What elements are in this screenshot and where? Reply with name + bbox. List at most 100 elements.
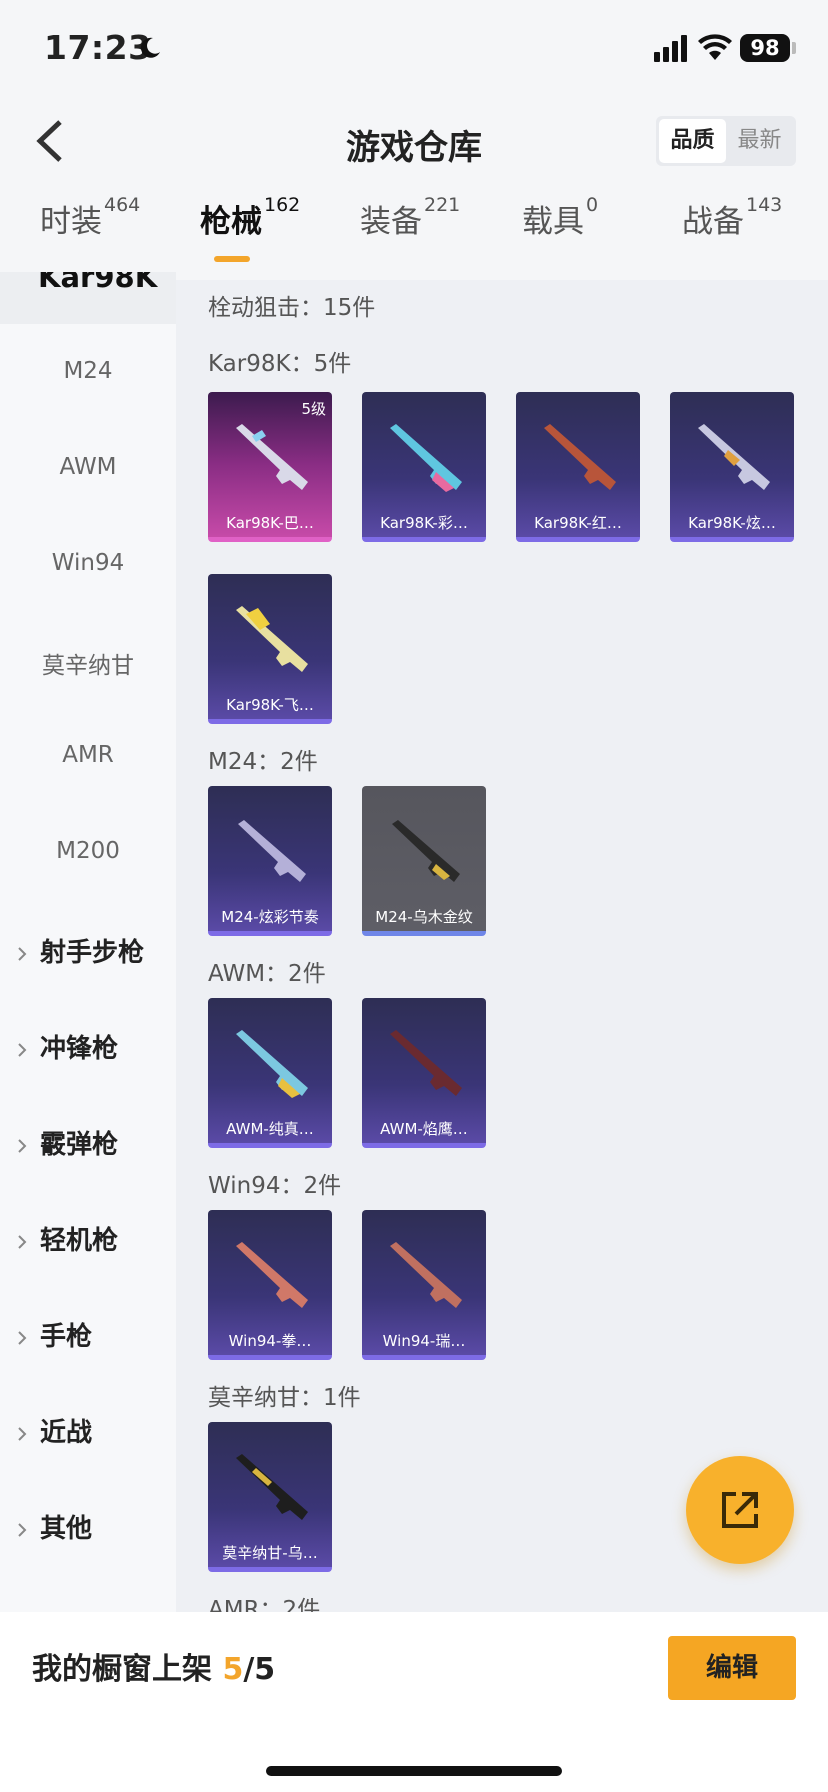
sidebar-category-pistol[interactable]: 手枪 [16, 1316, 92, 1353]
sidebar-item-m24[interactable]: M24 [0, 358, 176, 384]
skin-card[interactable]: AWM-纯真… [208, 998, 332, 1148]
skin-name: AWM-焰鹰… [380, 1120, 468, 1138]
tab-count: 162 [264, 194, 301, 216]
sidebar-category-label: 冲锋枪 [40, 1034, 119, 1064]
showcase-label: 我的橱窗上架 [32, 1652, 212, 1687]
skin-card[interactable]: 莫辛纳甘-乌… [208, 1422, 332, 1572]
active-tab-indicator [214, 256, 250, 262]
sidebar-item-m200[interactable]: M200 [0, 838, 176, 864]
skin-card[interactable]: AWM-焰鹰… [362, 998, 486, 1148]
sidebar-item-win94[interactable]: Win94 [0, 550, 176, 576]
skin-name: Kar98K-彩… [380, 514, 468, 532]
sidebar-category-dmr[interactable]: 射手步枪 [16, 932, 144, 969]
sidebar-item-label: Kar98K [38, 272, 158, 294]
skin-name: 莫辛纳甘-乌… [222, 1544, 318, 1562]
rifle-icon [236, 1242, 308, 1308]
wifi-icon [698, 34, 732, 60]
section-label-kar98k: Kar98K：5件 [208, 351, 352, 377]
tab-count: 464 [104, 194, 141, 216]
tab-count: 221 [424, 194, 461, 216]
rifle-icon [390, 1030, 462, 1096]
tab-equipment[interactable]: 装备 221 [360, 194, 461, 272]
showcase-status: 我的橱窗上架 5/5 [32, 1644, 275, 1688]
bottom-bar: 我的橱窗上架 5/5 编辑 [0, 1612, 828, 1792]
sidebar-category-shotgun[interactable]: 霰弹枪 [16, 1124, 118, 1161]
tab-label: 载具 [522, 204, 584, 240]
skin-name: Kar98K-巴… [226, 514, 314, 532]
skin-card[interactable]: M24-炫彩节奏 [208, 786, 332, 936]
category-count-label: 栓动狙击：15件 [208, 295, 376, 321]
showcase-current-count: 5 [222, 1652, 244, 1687]
sort-by-newest[interactable]: 最新 [726, 119, 793, 163]
sort-by-quality[interactable]: 品质 [659, 119, 726, 163]
rifle-icon [236, 424, 308, 490]
rifle-icon [236, 1454, 308, 1520]
skin-card[interactable]: Kar98K-飞… [208, 574, 332, 724]
weapon-sidebar: Kar98K M24 AWM Win94 莫辛纳甘 AMR M200 射手步枪 … [0, 272, 176, 1612]
rifle-icon [238, 820, 306, 882]
skin-name: Kar98K-飞… [226, 696, 314, 714]
status-bar: 17:23 98 [0, 0, 828, 100]
share-external-icon [722, 1492, 758, 1528]
sidebar-item-awm[interactable]: AWM [0, 454, 176, 480]
sidebar-item-amr[interactable]: AMR [0, 742, 176, 768]
sidebar-category-lmg[interactable]: 轻机枪 [16, 1220, 118, 1257]
skin-name: Win94-拳… [228, 1332, 312, 1350]
sidebar-category-melee[interactable]: 近战 [16, 1412, 92, 1449]
tab-label: 战备 [682, 204, 744, 240]
sidebar-category-label: 近战 [40, 1418, 93, 1448]
rifle-icon [392, 820, 460, 882]
rifle-icon [698, 424, 770, 490]
header: 游戏仓库 品质 最新 时装 464 枪械 162 装备 221 载具 0 战备 143 [0, 100, 828, 280]
chevron-right-icon [18, 1522, 27, 1537]
weapon-grid: 栓动狙击：15件 Kar98K：5件 5级 Kar98K-巴… Kar98K-彩… [176, 272, 828, 1612]
category-tabs: 时装 464 枪械 162 装备 221 载具 0 战备 143 [0, 194, 828, 272]
skin-name: Kar98K-红… [534, 514, 622, 532]
section-label-amr: AMR：2件 [208, 1597, 321, 1612]
battery-indicator: 98 [740, 34, 790, 62]
skin-card[interactable]: M24-乌木金纹 [362, 786, 486, 936]
tab-fashion[interactable]: 时装 464 [40, 194, 141, 272]
skin-name: M24-炫彩节奏 [221, 908, 319, 926]
tab-count: 0 [586, 194, 599, 216]
edit-button[interactable]: 编辑 [668, 1636, 796, 1700]
tab-count: 143 [746, 194, 783, 216]
moon-icon [140, 37, 160, 58]
skin-card[interactable]: Kar98K-彩… [362, 392, 486, 542]
skin-card[interactable]: Kar98K-炫… [670, 392, 794, 542]
skin-name: Kar98K-炫… [688, 514, 776, 532]
skin-card[interactable]: Kar98K-红… [516, 392, 640, 542]
sidebar-category-label: 射手步枪 [40, 938, 145, 968]
tab-label: 时装 [40, 204, 102, 240]
sidebar-item-kar98k[interactable]: Kar98K [0, 272, 176, 324]
sidebar-category-label: 轻机枪 [40, 1226, 119, 1256]
skin-card[interactable]: 5级 Kar98K-巴… [208, 392, 332, 542]
skin-name: AWM-纯真… [226, 1120, 314, 1138]
tab-label: 枪械 [200, 204, 262, 240]
skin-card[interactable]: Win94-瑞… [362, 1210, 486, 1360]
rifle-icon [390, 1242, 462, 1308]
tab-firearms[interactable]: 枪械 162 [200, 194, 301, 272]
status-time: 17:23 [44, 28, 152, 67]
sidebar-item-mosin[interactable]: 莫辛纳甘 [0, 646, 176, 680]
chevron-right-icon [18, 1138, 27, 1153]
sidebar-category-other[interactable]: 其他 [16, 1508, 92, 1545]
tab-vehicles[interactable]: 载具 0 [522, 194, 599, 272]
chevron-right-icon [18, 946, 27, 961]
tab-supplies[interactable]: 战备 143 [682, 194, 783, 272]
chevron-right-icon [18, 1330, 27, 1345]
showcase-total-count: /5 [243, 1652, 276, 1687]
section-label-awm: AWM：2件 [208, 961, 326, 987]
home-indicator [266, 1766, 562, 1776]
sidebar-category-label: 霰弹枪 [40, 1130, 119, 1160]
share-button[interactable] [686, 1456, 794, 1564]
sidebar-category-smg[interactable]: 冲锋枪 [16, 1028, 118, 1065]
sort-toggle: 品质 最新 [656, 116, 796, 166]
sidebar-category-label: 其他 [40, 1514, 93, 1544]
skin-card[interactable]: Win94-拳… [208, 1210, 332, 1360]
section-label-win94: Win94：2件 [208, 1173, 342, 1199]
chevron-right-icon [18, 1042, 27, 1057]
cellular-signal-icon [654, 35, 687, 62]
rifle-icon [236, 1030, 308, 1098]
tab-label: 装备 [360, 204, 422, 240]
